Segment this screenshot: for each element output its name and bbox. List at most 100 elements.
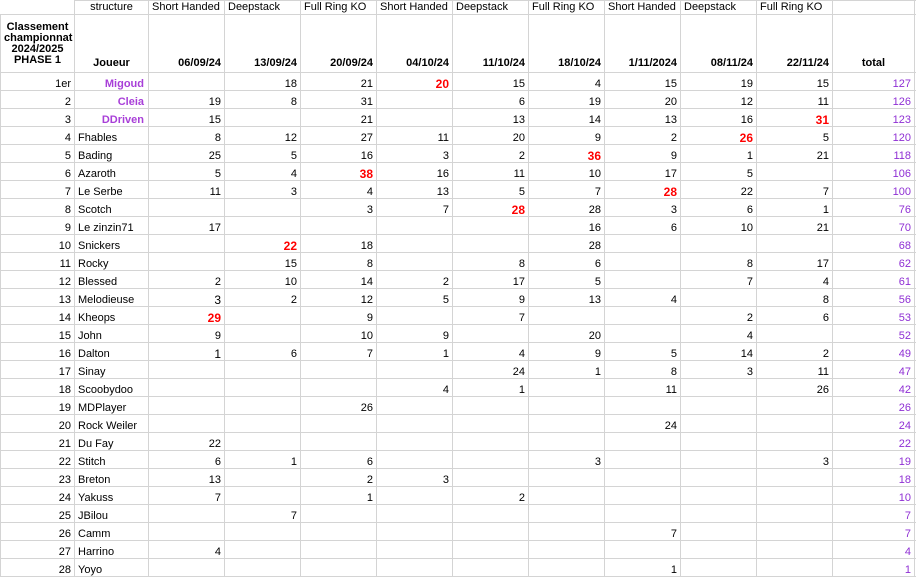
score-cell: 28 — [528, 234, 605, 253]
total-cell: 52 — [832, 324, 915, 343]
rank-cell: 5 — [0, 144, 75, 163]
score-cell — [756, 396, 833, 415]
table-row[interactable]: 27 Harrino 4 4 — [0, 540, 916, 559]
table-row[interactable]: 17 Sinay 24 1 8 3 11 47 — [0, 360, 916, 379]
total-cell: 10 — [832, 486, 915, 505]
score-cell: 12 — [224, 126, 301, 145]
score-cell — [148, 198, 225, 217]
total-cell: 61 — [832, 270, 915, 289]
total-cell: 62 — [832, 252, 915, 271]
table-row[interactable]: 15 John 9 10 9 20 4 52 — [0, 324, 916, 343]
player-name-cell: Scoobydoo — [74, 378, 149, 397]
score-cell: 10 — [224, 270, 301, 289]
player-name-cell: Azaroth — [74, 162, 149, 181]
score-cell — [452, 468, 529, 487]
score-cell: 5 — [452, 180, 529, 199]
table-row[interactable]: 16 Dalton 1 6 7 1 4 9 5 14 2 49 — [0, 342, 916, 361]
score-cell: 7 — [148, 486, 225, 505]
table-row[interactable]: 20 Rock Weiler 24 24 — [0, 414, 916, 433]
table-row[interactable]: 24 Yakuss 7 1 2 10 — [0, 486, 916, 505]
table-row[interactable]: 28 Yoyo 1 1 — [0, 558, 916, 577]
rank-cell: 23 — [0, 468, 75, 487]
table-row[interactable]: 25 JBilou 7 7 — [0, 504, 916, 523]
score-cell: 2 — [224, 288, 301, 307]
player-column-header: Joueur — [74, 14, 149, 73]
structure-header-total — [832, 0, 915, 15]
table-row[interactable]: 21 Du Fay 22 22 — [0, 432, 916, 451]
score-cell: 2 — [680, 306, 757, 325]
date-header-5: 11/10/24 — [452, 14, 529, 73]
score-cell — [604, 504, 681, 523]
score-cell: 7 — [680, 270, 757, 289]
score-cell: 4 — [604, 288, 681, 307]
table-row[interactable]: 23 Breton 13 2 3 18 — [0, 468, 916, 487]
score-cell: 4 — [756, 270, 833, 289]
table-row[interactable]: 10 Snickers 22 18 28 68 — [0, 234, 916, 253]
score-cell — [376, 216, 453, 235]
structure-header-6: Full Ring KO — [528, 0, 605, 15]
table-row[interactable]: 13 Melodieuse 3 2 12 5 9 13 4 8 56 — [0, 288, 916, 307]
table-row[interactable]: 6 Azaroth 5 4 38 16 11 10 17 5 106 — [0, 162, 916, 181]
rank-cell: 7 — [0, 180, 75, 199]
score-cell — [528, 414, 605, 433]
score-cell: 10 — [528, 162, 605, 181]
total-cell: 1 — [832, 558, 915, 577]
score-cell — [604, 432, 681, 451]
table-row[interactable]: 1er Migoud 18 21 20 15 4 15 19 15 127 — [0, 72, 916, 91]
score-cell — [224, 432, 301, 451]
score-cell: 19 — [148, 90, 225, 109]
score-cell — [680, 432, 757, 451]
rank-cell: 22 — [0, 450, 75, 469]
table-row[interactable]: 8 Scotch 3 7 28 28 3 6 1 76 — [0, 198, 916, 217]
table-row[interactable]: 11 Rocky 15 8 8 6 8 17 62 — [0, 252, 916, 271]
table-row[interactable]: 22 Stitch 6 1 6 3 3 19 — [0, 450, 916, 469]
score-cell — [528, 378, 605, 397]
table-row[interactable]: 12 Blessed 2 10 14 2 17 5 7 4 61 — [0, 270, 916, 289]
score-cell — [376, 396, 453, 415]
score-cell — [528, 540, 605, 559]
table-row[interactable]: 2 Cleia 19 8 31 6 19 20 12 11 126 — [0, 90, 916, 109]
score-cell: 18 — [224, 72, 301, 91]
score-cell: 20 — [604, 90, 681, 109]
score-cell: 17 — [148, 216, 225, 235]
player-name-cell: Fhables — [74, 126, 149, 145]
score-cell: 13 — [452, 108, 529, 127]
score-cell — [376, 360, 453, 379]
table-row[interactable]: 3 DDriven 15 21 13 14 13 16 31 123 — [0, 108, 916, 127]
table-row[interactable]: 19 MDPlayer 26 26 — [0, 396, 916, 415]
page-title: Classement championnat 2024/2025 PHASE 1 — [0, 14, 75, 73]
score-cell: 12 — [680, 90, 757, 109]
score-cell: 24 — [452, 360, 529, 379]
table-row[interactable]: 5 Bading 25 5 16 3 2 36 9 1 21 118 — [0, 144, 916, 163]
score-cell: 8 — [148, 126, 225, 145]
score-cell — [452, 396, 529, 415]
score-cell — [756, 432, 833, 451]
score-cell — [148, 360, 225, 379]
score-cell: 2 — [452, 144, 529, 163]
table-row[interactable]: 9 Le zinzin71 17 16 6 10 21 70 — [0, 216, 916, 235]
score-cell: 1 — [376, 342, 453, 361]
table-row[interactable]: 26 Camm 7 7 — [0, 522, 916, 541]
score-cell — [680, 558, 757, 577]
score-cell: 11 — [756, 90, 833, 109]
score-cell — [452, 540, 529, 559]
score-cell: 10 — [300, 324, 377, 343]
table-row[interactable]: 18 Scoobydoo 4 1 11 26 42 — [0, 378, 916, 397]
structure-label: structure — [74, 0, 149, 15]
table-row[interactable]: 14 Kheops 29 9 7 2 6 53 — [0, 306, 916, 325]
page-title-line-4: PHASE 1 — [13, 53, 62, 66]
page-title-line-3: 2024/2025 — [11, 42, 64, 55]
table-row[interactable]: 4 Fhables 8 12 27 11 20 9 2 26 5 120 — [0, 126, 916, 145]
score-cell: 10 — [680, 216, 757, 235]
score-cell: 3 — [376, 468, 453, 487]
score-cell: 11 — [452, 162, 529, 181]
score-cell: 12 — [300, 288, 377, 307]
score-cell: 8 — [452, 252, 529, 271]
total-cell: 68 — [832, 234, 915, 253]
total-cell: 42 — [832, 378, 915, 397]
score-cell — [528, 396, 605, 415]
score-cell — [376, 432, 453, 451]
date-header-3: 20/09/24 — [300, 14, 377, 73]
score-cell — [148, 396, 225, 415]
table-row[interactable]: 7 Le Serbe 11 3 4 13 5 7 28 22 7 100 — [0, 180, 916, 199]
